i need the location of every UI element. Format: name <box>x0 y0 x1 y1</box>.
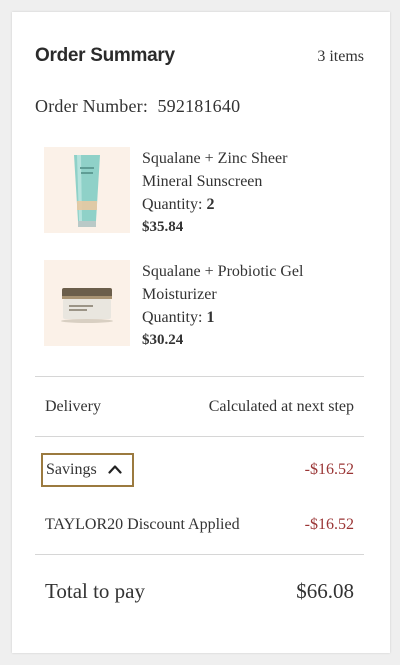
item-name: Squalane + Zinc Sheer <box>142 150 288 167</box>
order-summary-header: Order Summary 3 items <box>35 45 364 67</box>
discount-row: TAYLOR20 Discount Applied -$16.52 <box>45 513 354 537</box>
line-item-info: Squalane + Probiotic Gel Moisturizer Qua… <box>142 260 303 352</box>
order-number-line: Order Number: 592181640 <box>35 96 240 117</box>
quantity-label: Quantity: <box>142 309 203 326</box>
order-number-value: 592181640 <box>157 96 241 116</box>
item-price: $30.24 <box>142 332 184 348</box>
line-item: Squalane + Zinc Sheer Mineral Sunscreen … <box>44 147 374 235</box>
divider <box>35 436 364 437</box>
delivery-row: Delivery Calculated at next step <box>45 395 354 419</box>
order-summary-title: Order Summary <box>35 45 175 66</box>
item-quantity: Quantity: 1 <box>142 306 303 329</box>
divider <box>35 554 364 555</box>
moisturizer-jar-icon <box>44 260 130 346</box>
chevron-up-icon <box>108 461 122 479</box>
discount-amount: -$16.52 <box>304 516 354 533</box>
item-count: 3 items <box>317 48 364 65</box>
delivery-label: Delivery <box>45 398 101 415</box>
delivery-value: Calculated at next step <box>208 398 354 415</box>
total-row: Total to pay $66.08 <box>45 576 354 606</box>
discount-label: TAYLOR20 Discount Applied <box>45 516 240 533</box>
savings-label: Savings <box>46 461 97 478</box>
savings-amount-row: -$16.52 <box>305 458 354 482</box>
order-summary-card: Order Summary 3 items Order Number: 5921… <box>12 12 390 653</box>
item-quantity: Quantity: 2 <box>142 193 287 216</box>
item-name: Squalane + Probiotic Gel <box>142 263 304 280</box>
divider <box>35 376 364 377</box>
savings-toggle-button[interactable]: Savings <box>41 453 134 487</box>
line-item: Squalane + Probiotic Gel Moisturizer Qua… <box>44 260 374 348</box>
line-item-info: Squalane + Zinc Sheer Mineral Sunscreen … <box>142 147 287 239</box>
item-name-cont: Mineral Sunscreen <box>142 173 263 190</box>
total-value: $66.08 <box>296 578 354 603</box>
item-price: $35.84 <box>142 219 184 235</box>
quantity-value: 2 <box>206 196 215 213</box>
total-label: Total to pay <box>45 578 146 603</box>
sunscreen-tube-icon <box>44 147 130 233</box>
order-number-label: Order Number: <box>35 96 149 116</box>
savings-amount: -$16.52 <box>304 461 354 478</box>
quantity-label: Quantity: <box>142 196 203 213</box>
item-name-cont: Moisturizer <box>142 286 217 303</box>
quantity-value: 1 <box>206 309 215 326</box>
